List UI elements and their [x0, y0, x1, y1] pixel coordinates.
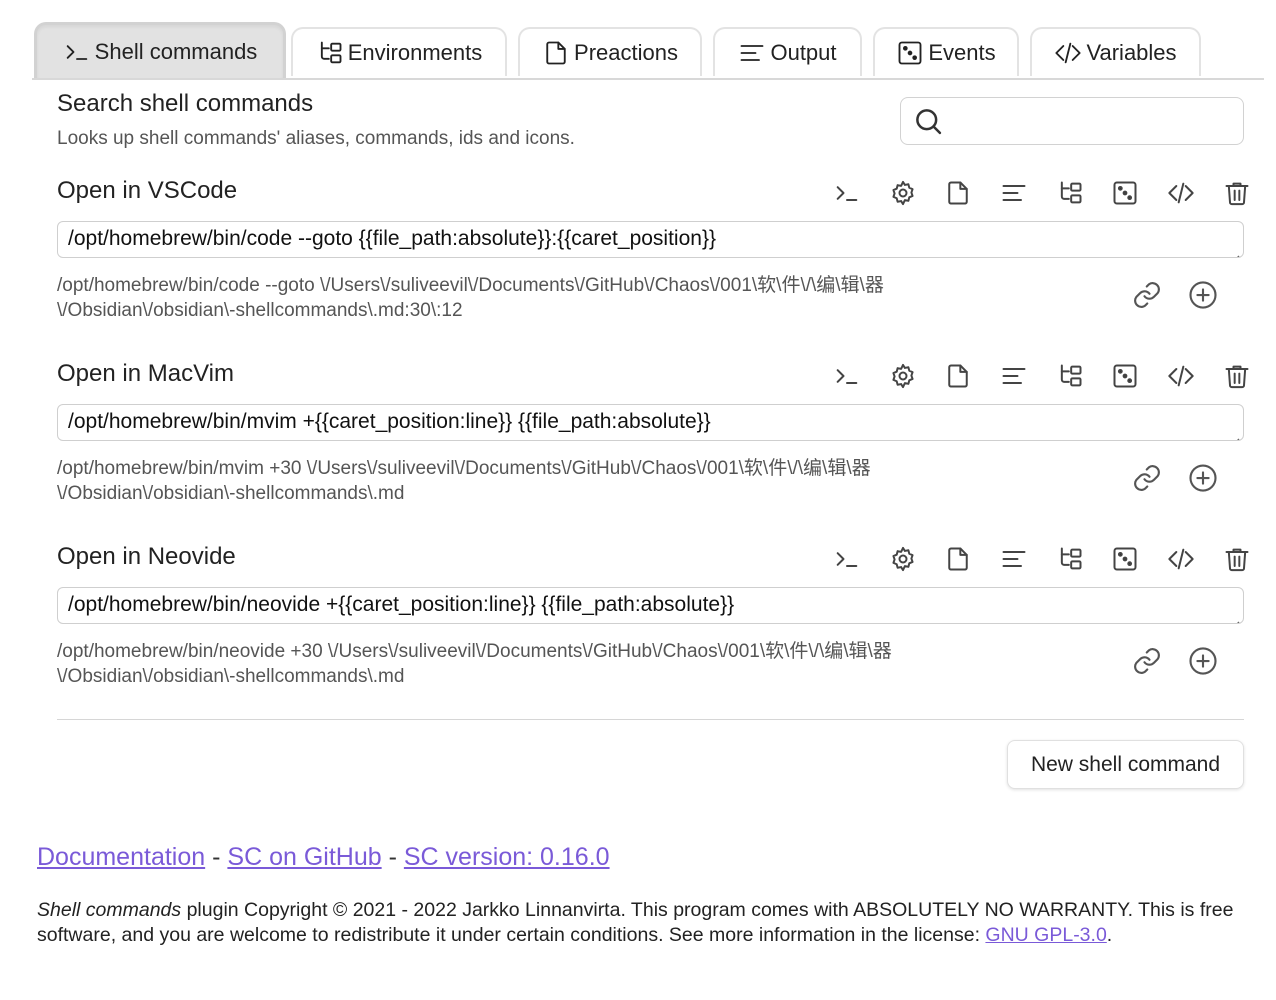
terminal-icon[interactable] [819, 358, 875, 394]
dice-icon[interactable] [1097, 541, 1153, 577]
tree-icon [316, 39, 344, 67]
terminal-icon[interactable] [819, 175, 875, 211]
link-separator: - [388, 843, 397, 871]
preview-line: \/Obsidian\/obsidian\-shellcommands\.md:… [57, 300, 463, 321]
gear-icon[interactable] [875, 358, 931, 394]
gear-icon[interactable] [875, 175, 931, 211]
command-actions [819, 358, 1265, 394]
dice-icon[interactable] [1097, 175, 1153, 211]
tab-environments[interactable]: Environments [291, 27, 507, 76]
tab-shell-commands[interactable]: Shell commands [34, 22, 286, 78]
search-description: Looks up shell commands' aliases, comman… [57, 128, 575, 149]
link-separator: - [212, 843, 221, 871]
preview-line: /opt/homebrew/bin/code --goto \/Users\/s… [57, 275, 884, 296]
gear-icon[interactable] [875, 541, 931, 577]
terminal-icon [63, 38, 91, 66]
resize-grip-icon[interactable] [1228, 242, 1240, 257]
resize-grip-icon[interactable] [1228, 608, 1240, 623]
preview-actions [1127, 275, 1223, 315]
command-actions [819, 175, 1265, 211]
command-text: /opt/homebrew/bin/mvim +{{caret_position… [68, 410, 711, 433]
command-preview: /opt/homebrew/bin/neovide +30 \/Users\/s… [57, 639, 997, 689]
tab-preactions[interactable]: Preactions [518, 27, 702, 76]
code-icon [1054, 39, 1082, 67]
preview-line: \/Obsidian\/obsidian\-shellcommands\.md [57, 666, 405, 687]
tree-icon[interactable] [1042, 541, 1098, 577]
align-left-icon[interactable] [986, 175, 1042, 211]
code-icon[interactable] [1153, 175, 1209, 211]
command-text: /opt/homebrew/bin/code --goto {{file_pat… [68, 227, 716, 250]
link-icon[interactable] [1127, 641, 1167, 681]
add-circle-icon[interactable] [1183, 641, 1223, 681]
tab-variables[interactable]: Variables [1030, 27, 1201, 76]
tab-label: Preactions [574, 39, 678, 65]
preview-line: /opt/homebrew/bin/neovide +30 \/Users\/s… [57, 641, 892, 662]
search-title: Search shell commands [57, 90, 314, 117]
github-link[interactable]: SC on GitHub [227, 843, 381, 871]
align-left-icon[interactable] [986, 358, 1042, 394]
command-name: Open in Neovide [57, 543, 236, 570]
tab-bar: Shell commands Environments Preactions O… [32, 22, 1264, 80]
documentation-link[interactable]: Documentation [37, 843, 205, 871]
tab-output[interactable]: Output [713, 27, 862, 76]
command-name: Open in VSCode [57, 177, 238, 204]
command-text: /opt/homebrew/bin/neovide +{{caret_posit… [68, 593, 735, 616]
code-icon[interactable] [1153, 358, 1209, 394]
dice-icon [896, 39, 924, 67]
tab-label: Output [770, 39, 837, 65]
search-box[interactable] [900, 97, 1244, 145]
file-icon[interactable] [930, 358, 986, 394]
resize-grip-icon[interactable] [1228, 425, 1240, 440]
link-icon[interactable] [1127, 275, 1167, 315]
tab-events[interactable]: Events [873, 27, 1019, 76]
plugin-name: Shell commands [37, 899, 182, 921]
command-actions [819, 541, 1265, 577]
preview-actions [1127, 641, 1223, 681]
trash-icon[interactable] [1209, 358, 1265, 394]
add-circle-icon[interactable] [1183, 275, 1223, 315]
code-icon[interactable] [1153, 541, 1209, 577]
file-icon[interactable] [930, 541, 986, 577]
command-input[interactable]: /opt/homebrew/bin/code --goto {{file_pat… [57, 221, 1244, 258]
tab-label: Shell commands [94, 38, 258, 64]
command-preview: /opt/homebrew/bin/mvim +30 \/Users\/suli… [57, 456, 997, 506]
tree-icon[interactable] [1042, 358, 1098, 394]
preview-line: \/Obsidian\/obsidian\-shellcommands\.md [57, 483, 405, 504]
version-link[interactable]: SC version: 0.16.0 [404, 843, 610, 871]
link-icon[interactable] [1127, 458, 1167, 498]
dice-icon[interactable] [1097, 358, 1153, 394]
divider [57, 719, 1244, 720]
tab-label: Variables [1086, 39, 1177, 65]
preview-line: /opt/homebrew/bin/mvim +30 \/Users\/suli… [57, 458, 871, 479]
search-icon [913, 106, 943, 136]
command-input[interactable]: /opt/homebrew/bin/neovide +{{caret_posit… [57, 587, 1244, 624]
command-name: Open in MacVim [57, 360, 234, 387]
align-left-icon [738, 39, 766, 67]
license-end: . [1106, 924, 1113, 946]
license-text: Shell commands plugin Copyright © 2021 -… [37, 898, 1267, 948]
command-input[interactable]: /opt/homebrew/bin/mvim +{{caret_position… [57, 404, 1244, 441]
add-circle-icon[interactable] [1183, 458, 1223, 498]
file-icon [542, 39, 570, 67]
tab-label: Events [928, 39, 996, 65]
footer-links: Documentation - SC on GitHub - SC versio… [37, 843, 610, 872]
tab-label: Environments [347, 39, 483, 65]
terminal-icon[interactable] [819, 541, 875, 577]
command-preview: /opt/homebrew/bin/code --goto \/Users\/s… [57, 273, 997, 323]
license-link[interactable]: GNU GPL-3.0 [985, 924, 1106, 946]
align-left-icon[interactable] [986, 541, 1042, 577]
preview-actions [1127, 458, 1223, 498]
trash-icon[interactable] [1209, 175, 1265, 211]
search-input[interactable] [943, 101, 1243, 141]
file-icon[interactable] [930, 175, 986, 211]
trash-icon[interactable] [1209, 541, 1265, 577]
tree-icon[interactable] [1042, 175, 1098, 211]
new-shell-command-button[interactable]: New shell command [1007, 740, 1244, 789]
